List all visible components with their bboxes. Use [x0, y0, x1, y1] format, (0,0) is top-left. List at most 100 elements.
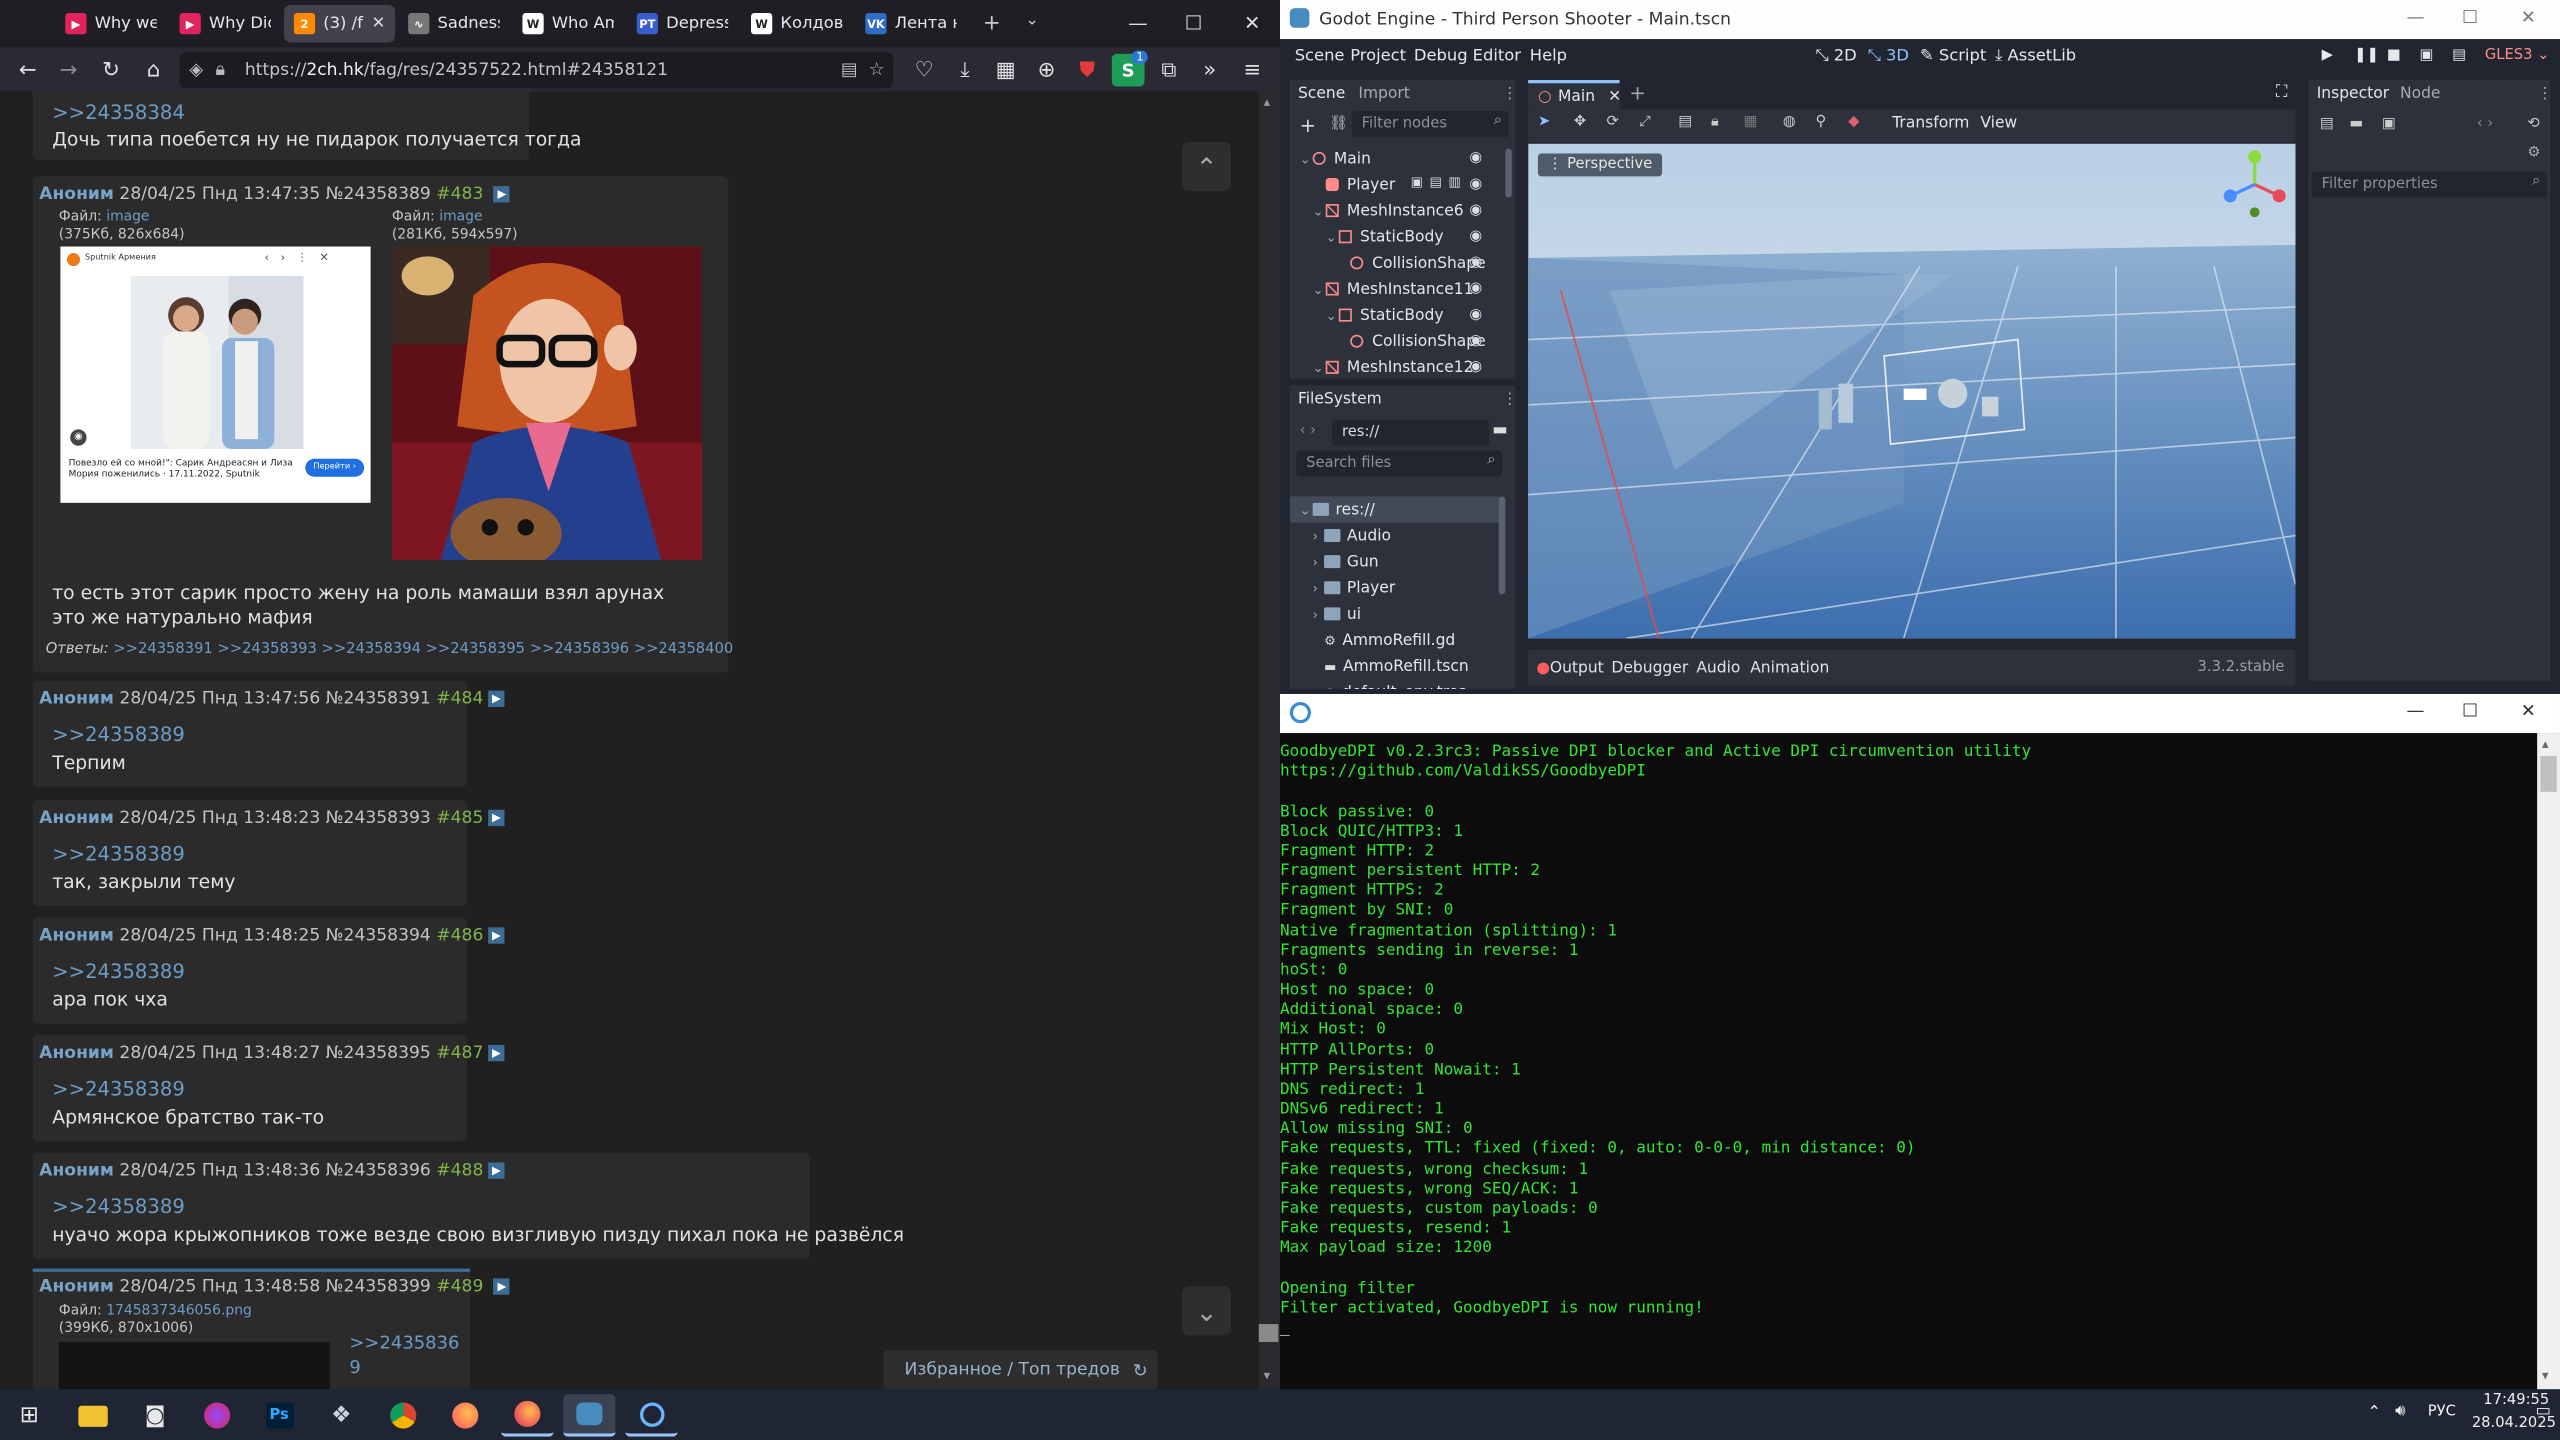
- tracking-protection-icon[interactable]: ◈: [189, 59, 203, 80]
- scroll-arrow-down-icon[interactable]: ▾: [1264, 1368, 1271, 1383]
- maximize-icon[interactable]: ☐: [2462, 700, 2478, 721]
- fs-item[interactable]: › Player: [1290, 575, 1499, 601]
- history-back-icon[interactable]: ‹ ›: [1300, 423, 1316, 439]
- menu-debug[interactable]: Debug: [1414, 47, 1468, 65]
- extensions-puzzle-icon[interactable]: ⧉: [1153, 54, 1186, 87]
- perspective-menu[interactable]: ⋮ Perspective: [1537, 153, 1663, 177]
- menu-help[interactable]: Help: [1530, 47, 1567, 65]
- post-reflink[interactable]: >>24358389: [52, 1195, 185, 1218]
- browser-tab[interactable]: PT Depress: [627, 5, 738, 43]
- tab-output[interactable]: ●Output: [1536, 660, 1603, 678]
- chrome-icon[interactable]: [377, 1394, 429, 1436]
- expand-chevron-icon[interactable]: ›: [1313, 528, 1324, 543]
- post-reflink[interactable]: >>24358389: [52, 842, 185, 865]
- visibility-eye-icon[interactable]: ◉: [1469, 281, 1482, 297]
- store-bag-icon[interactable]: ◙: [129, 1394, 181, 1436]
- split-mode-icon[interactable]: ▬: [1492, 421, 1507, 439]
- post-menu-icon[interactable]: ▶: [493, 1278, 511, 1295]
- mode-script[interactable]: ✎ Script: [1920, 47, 1986, 65]
- volume-icon[interactable]: 🔊︎: [2395, 1402, 2405, 1420]
- lock-icon[interactable]: 🔒︎: [1711, 114, 1719, 130]
- open-folder-icon[interactable]: ▬: [2349, 116, 2363, 132]
- local-space-icon[interactable]: ◍: [1783, 114, 1796, 130]
- tab-debugger[interactable]: Debugger: [1611, 660, 1688, 678]
- firefox-icon[interactable]: [439, 1394, 491, 1436]
- expand-chevron-icon[interactable]: ⌄: [1300, 502, 1313, 517]
- browser-tab[interactable]: W Колдовс: [741, 5, 852, 43]
- scene-node[interactable]: ⌄ StaticBody ◉: [1290, 302, 1486, 328]
- browser-tab[interactable]: ▶ Why we: [56, 5, 167, 43]
- scene-node[interactable]: ⌄ StaticBody ◉: [1290, 224, 1486, 250]
- select-tool-icon[interactable]: ➤: [1538, 114, 1550, 130]
- post-menu-icon[interactable]: ▶: [488, 809, 505, 827]
- fs-path-input[interactable]: res://: [1332, 419, 1489, 446]
- file-link[interactable]: 1745837346056.png: [106, 1303, 252, 1319]
- search-files-input[interactable]: Search files ⌕: [1296, 450, 1503, 477]
- expand-chevron-icon[interactable]: ›: [1313, 554, 1324, 569]
- visibility-eye-icon[interactable]: ◉: [1469, 202, 1482, 218]
- scroll-arrow-up-icon[interactable]: ▴: [2542, 736, 2549, 751]
- menu-scene[interactable]: Scene: [1295, 47, 1345, 65]
- expand-chevron-icon[interactable]: ⌄: [1300, 151, 1313, 166]
- expand-chevron-icon[interactable]: ⌄: [1326, 308, 1339, 323]
- scene-node[interactable]: ⌄ MeshInstance12 ◉: [1290, 354, 1486, 380]
- browser-tab[interactable]: 2 (3) /fa ✕: [284, 4, 396, 43]
- visibility-eye-icon[interactable]: ◉: [1469, 255, 1482, 271]
- expand-chevron-icon[interactable]: ›: [1313, 607, 1324, 622]
- close-icon[interactable]: ✕: [2521, 700, 2536, 721]
- scroll-down-button[interactable]: ⌄: [1182, 1286, 1232, 1336]
- snap-icon[interactable]: ⚲: [1816, 114, 1827, 130]
- group-icon[interactable]: ▦: [1744, 114, 1758, 130]
- console-output[interactable]: GoodbyeDPI v0.2.3rc3: Passive DPI blocke…: [1280, 733, 2534, 1389]
- downloads-icon[interactable]: ⤓: [949, 54, 982, 87]
- scroll-arrow-down-icon[interactable]: ▾: [2542, 1368, 2549, 1383]
- scene-tab-main[interactable]: ○ Main ✕: [1528, 79, 1621, 110]
- add-node-icon[interactable]: +: [1300, 114, 1316, 137]
- instance-scene-icon[interactable]: ⛓: [1329, 116, 1348, 132]
- firefox-dev-icon[interactable]: [501, 1394, 554, 1437]
- 3d-viewport[interactable]: [1528, 143, 2296, 639]
- library-icon[interactable]: ▦: [989, 54, 1022, 87]
- hamburger-menu-icon[interactable]: ≡: [1236, 54, 1269, 87]
- post-id[interactable]: №24358395: [326, 1043, 431, 1063]
- tools-icon[interactable]: ⚙: [2527, 145, 2540, 161]
- post-menu-icon[interactable]: ▶: [488, 927, 505, 944]
- thumbnail-news-screenshot[interactable]: Sputnik Армения ‹›⋮✕ ◉ Повезло ей со мно…: [60, 246, 371, 503]
- minimize-icon[interactable]: —: [2407, 700, 2425, 721]
- visibility-eye-icon[interactable]: ◉: [1469, 176, 1482, 192]
- browser-tab[interactable]: ∿ Sadness: [398, 5, 509, 43]
- photoshop-icon[interactable]: Ps: [253, 1394, 305, 1436]
- fs-scrollbar[interactable]: [1498, 496, 1506, 595]
- mode-3d[interactable]: ⤡ 3D: [1868, 47, 1909, 65]
- page-scrollbar[interactable]: ▴ ▾: [1258, 91, 1280, 1390]
- node-badges-icon[interactable]: ▣▤▥: [1411, 175, 1468, 190]
- tab-filesystem[interactable]: FileSystem: [1298, 390, 1382, 408]
- scroll-up-button[interactable]: ⌃: [1182, 142, 1232, 192]
- close-icon[interactable]: ✕: [1224, 0, 1280, 46]
- reload-icon[interactable]: ↻: [95, 54, 128, 87]
- scene-node[interactable]: ⌄ Main ◉: [1290, 145, 1486, 171]
- mode-2d[interactable]: ⤡ 2D: [1816, 47, 1857, 65]
- filter-nodes-input[interactable]: Filter nodes ⌕: [1351, 111, 1509, 138]
- maximize-icon[interactable]: ☐: [1166, 0, 1222, 46]
- mode-assetlib[interactable]: ⤓ AssetLib: [1995, 47, 2076, 65]
- filter-properties-input[interactable]: Filter properties ⌕: [2311, 171, 2547, 198]
- menu-project[interactable]: Project: [1350, 47, 1406, 65]
- scale-tool-icon[interactable]: ⤢: [1639, 114, 1651, 130]
- replies-links[interactable]: >>24358391 >>24358393 >>24358394 >>24358…: [113, 642, 733, 658]
- fs-item[interactable]: ⌄ res://: [1289, 496, 1499, 523]
- tab-node[interactable]: Node: [2400, 85, 2440, 103]
- menu-transform[interactable]: Transform: [1892, 114, 1969, 132]
- add-scene-icon[interactable]: +: [1629, 82, 1645, 105]
- scroll-arrow-up-icon[interactable]: ▴: [1264, 95, 1271, 110]
- lock-icon[interactable]: 🔒︎: [216, 59, 226, 82]
- visibility-eye-icon[interactable]: ◉: [1469, 229, 1482, 245]
- scene-node[interactable]: CollisionShape ◉: [1290, 328, 1486, 354]
- godot-taskbar-icon[interactable]: [563, 1394, 616, 1437]
- fs-item[interactable]: ▬ AmmoRefill.tscn: [1290, 653, 1499, 679]
- post-reflink[interactable]: >>2435836 9: [349, 1331, 459, 1380]
- tab-inspector[interactable]: Inspector: [2317, 85, 2389, 103]
- tab-close-icon[interactable]: ✕: [372, 15, 386, 33]
- minimize-icon[interactable]: —: [1110, 0, 1166, 46]
- tab-scene[interactable]: Scene: [1298, 85, 1345, 103]
